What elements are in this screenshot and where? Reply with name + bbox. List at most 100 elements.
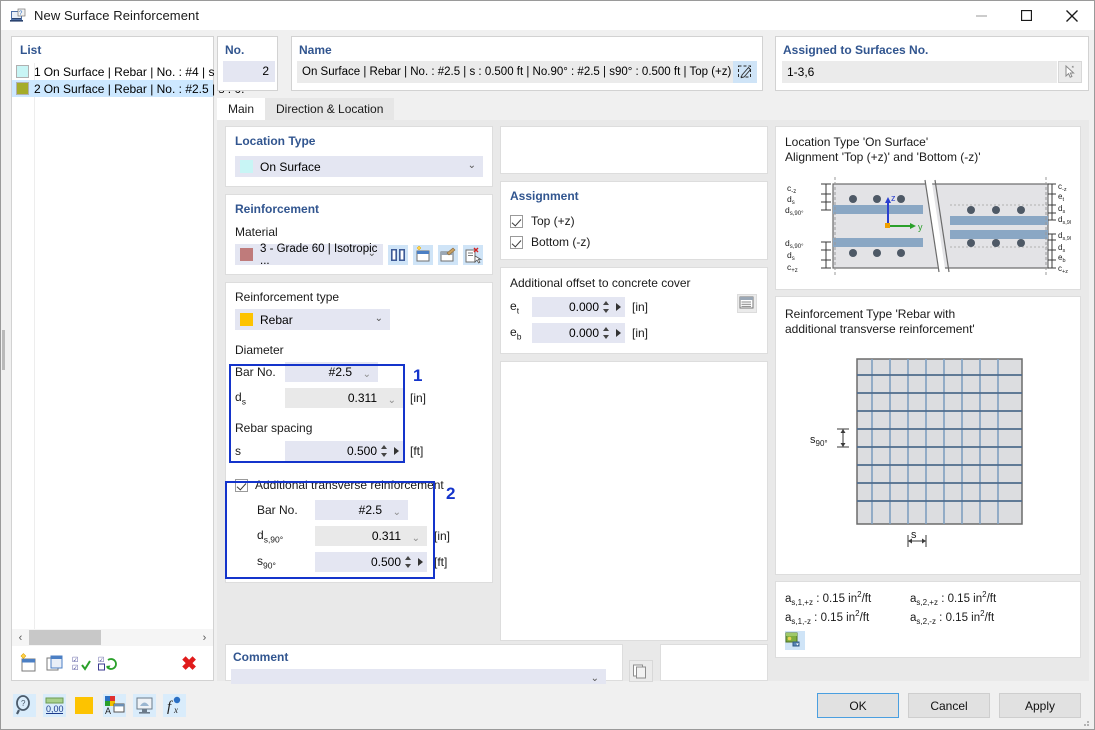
location-type-group: Location Type On Surface ⌄ [225, 126, 493, 187]
result-row: as,1,+z : 0.15 in2/ft [785, 590, 872, 608]
assigned-surfaces-input[interactable]: 1-3,6 [782, 61, 1057, 83]
location-type-select[interactable]: On Surface ⌄ [235, 156, 483, 177]
scroll-left-icon[interactable]: ‹ [12, 632, 29, 644]
spin-more-icon[interactable] [616, 303, 621, 311]
name-input[interactable]: On Surface | Rebar | No. : #2.5 | s : 0.… [297, 61, 734, 83]
close-button[interactable] [1049, 1, 1094, 30]
reinforcement-type-select[interactable]: Rebar ⌄ [235, 309, 390, 330]
formula-icon[interactable]: f x [163, 694, 186, 717]
svg-text:?: ? [21, 699, 26, 708]
reinforcement-group: Reinforcement Material 3 - Grade 60 | Is… [225, 194, 493, 275]
reinforcement-type-value: Rebar [260, 312, 293, 327]
edit-material-icon[interactable] [438, 244, 458, 265]
list-column-separator [34, 63, 35, 638]
visibility-icon[interactable] [133, 694, 156, 717]
chevron-down-icon: ⌄ [374, 313, 383, 324]
tab-direction-location[interactable]: Direction & Location [265, 98, 395, 120]
list-panel: List 1 On Surface | Rebar | No. : #4 | s… [11, 36, 252, 681]
eb-label: eb [510, 324, 522, 342]
magnifier-icon[interactable]: ? [13, 694, 36, 717]
tab-main[interactable]: Main [217, 98, 266, 120]
new-material-icon[interactable] [413, 244, 433, 265]
reinforcement-title: Reinforcement [235, 202, 320, 216]
svg-text:ds,90°: ds,90° [1058, 231, 1071, 242]
chevron-down-icon: ⌄ [590, 673, 599, 684]
list-item[interactable]: 2 On Surface | Rebar | No. : #2.5 | s : … [12, 80, 244, 97]
cancel-button[interactable]: Cancel [908, 693, 990, 718]
et-value-field[interactable]: 0.000 [532, 297, 625, 317]
svg-text:☑: ☑ [72, 656, 78, 664]
diameter-label: Diameter [235, 343, 284, 357]
offset-group: Additional offset to concrete cover et 0… [500, 267, 768, 354]
annotation-box-2 [225, 481, 435, 579]
ds-unit: [in] [410, 391, 427, 405]
list-item-label: On Surface | Rebar | No. : #2.5 | s : 0. [43, 81, 245, 96]
column-right: Location Type 'On Surface' Alignment 'To… [775, 126, 1081, 659]
spinner-icon[interactable] [602, 299, 611, 315]
bottom-toolbar: ? 0,00 A f x [13, 694, 186, 717]
maximize-button[interactable] [1004, 1, 1049, 30]
no-value[interactable]: 2 [223, 61, 275, 82]
delete-button[interactable]: ✖ [181, 655, 197, 674]
svg-text:☑: ☑ [98, 656, 104, 664]
invert-selection-icon[interactable]: ☑ [96, 653, 118, 675]
scroll-right-icon[interactable]: › [196, 632, 213, 644]
comment-library-icon[interactable] [629, 660, 653, 682]
list-item[interactable]: 1 On Surface | Rebar | No. : #4 | s : 0.… [12, 63, 252, 80]
spin-more-icon[interactable] [616, 329, 621, 337]
assignment-title: Assignment [510, 189, 579, 203]
ok-button[interactable]: OK [817, 693, 899, 718]
surface-reinforcement-icon: ? [10, 8, 26, 24]
svg-text:ds,90°: ds,90° [1058, 215, 1071, 226]
left-edge-strip [2, 30, 10, 687]
annotation-box-1 [229, 364, 405, 463]
scrollbar-thumb[interactable] [29, 630, 101, 645]
svg-text:ds: ds [1058, 204, 1065, 215]
assignment-bottom-label: Bottom (-z) [531, 235, 591, 249]
material-swatch [240, 248, 253, 261]
tab-bar: Main Direction & Location [217, 98, 395, 120]
s-unit: [ft] [410, 444, 424, 458]
eb-unit: [in] [632, 326, 649, 340]
reinforcement-type-label: Reinforcement type [235, 290, 340, 304]
select-all-icon[interactable]: ☑ ☑ [70, 653, 92, 675]
new-icon[interactable] [18, 653, 40, 675]
resize-grip[interactable] [1080, 716, 1090, 726]
result-row: as,2,+z : 0.15 in2/ft [910, 590, 997, 608]
result-row: as,2,-z : 0.15 in2/ft [910, 609, 995, 627]
minimize-button[interactable] [959, 1, 1004, 30]
eb-value: 0.000 [568, 326, 599, 340]
results-settings-icon[interactable] [785, 631, 805, 651]
list-item-color-swatch [16, 65, 29, 78]
delete-material-icon[interactable] [463, 244, 483, 265]
copy-icon[interactable] [44, 653, 66, 675]
svg-text:s: s [911, 529, 917, 541]
svg-text:f: f [167, 699, 173, 715]
color-swatch-icon[interactable] [73, 694, 96, 717]
render-settings-icon[interactable]: A [103, 694, 126, 717]
spinner-icon[interactable] [602, 325, 611, 341]
location-type-value: On Surface [260, 159, 321, 174]
eb-value-field[interactable]: 0.000 [532, 323, 625, 343]
window-controls [959, 1, 1094, 30]
pick-cursor-icon[interactable] [1058, 61, 1082, 83]
diagram-bottom-line1: Reinforcement Type 'Rebar with [785, 307, 956, 321]
list-horizontal-scrollbar[interactable]: ‹ › [12, 629, 213, 646]
edit-name-icon[interactable] [733, 61, 757, 83]
assignment-top-checkbox[interactable] [510, 214, 523, 228]
svg-text:et: et [1058, 192, 1064, 203]
chevron-down-icon: ⌄ [467, 160, 476, 171]
offset-table-icon[interactable] [737, 294, 757, 313]
material-value: 3 - Grade 60 | Isotropic ... [260, 242, 378, 267]
list-header: List [20, 43, 42, 57]
svg-text:ds: ds [787, 250, 795, 262]
svg-text:eb: eb [1058, 253, 1066, 264]
apply-button[interactable]: Apply [999, 693, 1081, 718]
material-library-icon[interactable] [388, 244, 408, 265]
svg-text:y: y [918, 222, 923, 232]
material-select[interactable]: 3 - Grade 60 | Isotropic ... ⌄ [235, 242, 383, 267]
spacer-box [500, 126, 768, 174]
decimal-places-icon[interactable]: 0,00 [43, 694, 66, 717]
assignment-bottom-checkbox[interactable] [510, 235, 523, 249]
empty-panel-bottom [660, 644, 768, 681]
